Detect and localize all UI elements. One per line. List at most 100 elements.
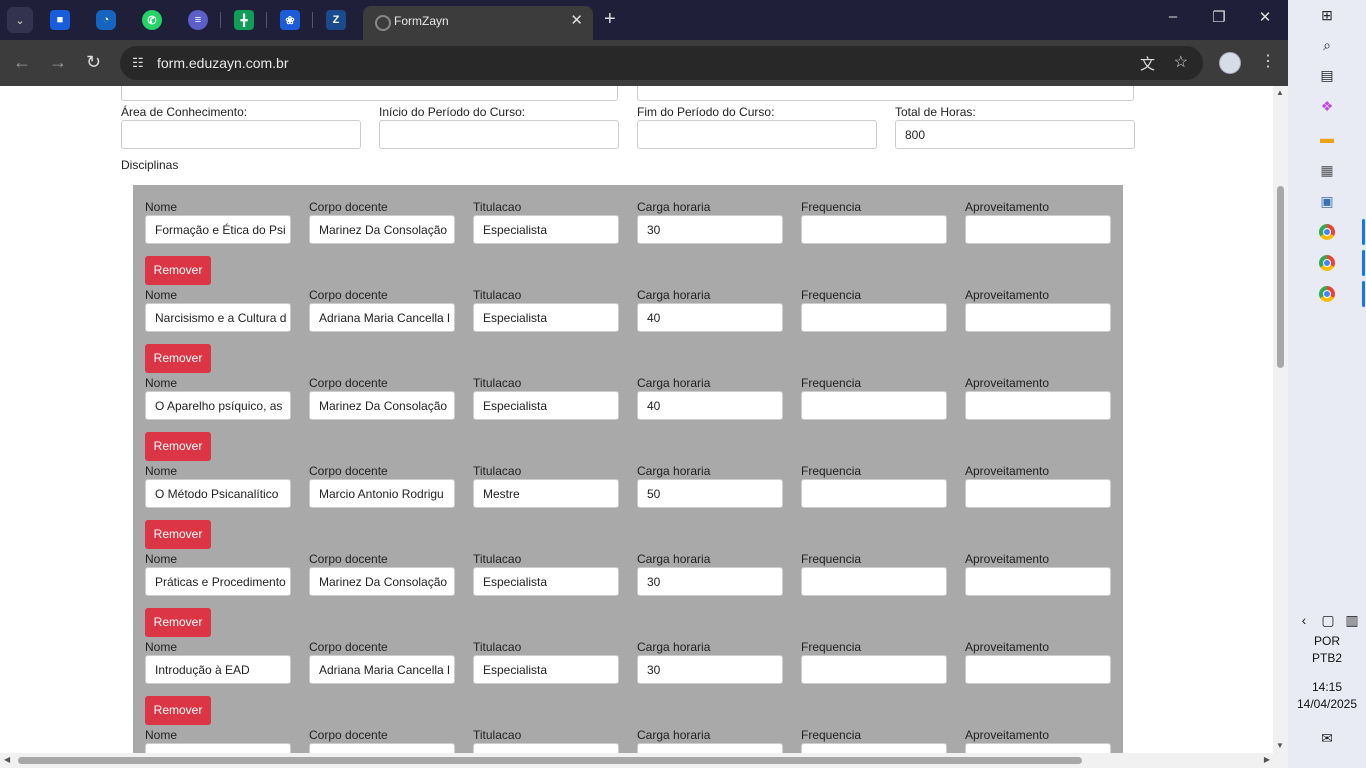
- area-input[interactable]: [121, 120, 361, 149]
- scroll-up-icon[interactable]: ▲: [1276, 88, 1284, 97]
- titulacao-input[interactable]: [473, 743, 619, 753]
- search-icon[interactable]: ⌕: [1317, 35, 1337, 55]
- whatsapp-icon[interactable]: ✆: [142, 10, 162, 30]
- carga-horaria-input[interactable]: 40: [637, 391, 783, 420]
- scroll-down-icon[interactable]: ▼: [1276, 741, 1284, 750]
- zayn-icon[interactable]: Z: [326, 10, 346, 30]
- bookmark-star-icon[interactable]: ☆: [1174, 52, 1188, 72]
- frequencia-input[interactable]: [801, 215, 947, 244]
- carga-horaria-input[interactable]: [637, 743, 783, 753]
- nome-input[interactable]: Práticas e Procedimento: [145, 567, 291, 596]
- lang-text[interactable]: POR: [1288, 634, 1366, 648]
- close-window-button[interactable]: ✕: [1250, 8, 1280, 26]
- butterfly-icon[interactable]: ❀: [280, 10, 300, 30]
- frequencia-input[interactable]: [801, 303, 947, 332]
- titulacao-input[interactable]: Mestre: [473, 479, 619, 508]
- frequencia-input[interactable]: [801, 567, 947, 596]
- clock-date[interactable]: 14/04/2025: [1288, 697, 1366, 711]
- carga-horaria-input[interactable]: 40: [637, 303, 783, 332]
- tab-formzayn[interactable]: FormZayn ✕: [363, 6, 593, 40]
- scrollbar-thumb[interactable]: [1277, 186, 1284, 368]
- carga-horaria-input[interactable]: 50: [637, 479, 783, 508]
- cut-off-field[interactable]: [121, 86, 618, 101]
- aproveitamento-input[interactable]: [965, 567, 1111, 596]
- copilot-icon[interactable]: ❖: [1317, 96, 1337, 116]
- nome-input[interactable]: Formação e Ética do Psi: [145, 215, 291, 244]
- corpo-docente-input[interactable]: Adriana Maria Cancella l: [309, 303, 455, 332]
- aproveitamento-input[interactable]: [965, 215, 1111, 244]
- back-icon[interactable]: ←: [13, 52, 31, 73]
- site-info-icon[interactable]: ☷: [132, 55, 144, 71]
- aproveitamento-input[interactable]: [965, 479, 1111, 508]
- tab-separator: [220, 12, 221, 28]
- nome-label: Nome: [145, 376, 178, 390]
- close-tab-icon[interactable]: ✕: [570, 11, 583, 29]
- corpo-docente-input[interactable]: Marinez Da Consolação: [309, 567, 455, 596]
- calculator-icon[interactable]: ▦: [1317, 160, 1337, 180]
- sheets-icon[interactable]: ╋: [234, 10, 254, 30]
- corpo-docente-input[interactable]: [309, 743, 455, 753]
- reload-icon[interactable]: ↻: [86, 52, 101, 73]
- layout-text[interactable]: PTB2: [1288, 651, 1366, 665]
- menu-icon[interactable]: ⋮: [1260, 51, 1276, 71]
- carga-horaria-input[interactable]: 30: [637, 215, 783, 244]
- scroll-left-icon[interactable]: ◀: [4, 755, 10, 764]
- network-icon[interactable]: ▥: [1342, 610, 1362, 630]
- titulacao-input[interactable]: Especialista: [473, 215, 619, 244]
- forward-icon[interactable]: →: [49, 52, 67, 73]
- chevron-left-icon[interactable]: ‹: [1294, 610, 1314, 630]
- clock-time[interactable]: 14:15: [1288, 680, 1366, 694]
- frequencia-input[interactable]: [801, 391, 947, 420]
- corpo-docente-input[interactable]: Marinez Da Consolação: [309, 215, 455, 244]
- carga-horaria-input[interactable]: 30: [637, 567, 783, 596]
- horizontal-scrollbar[interactable]: ◀ ▶: [0, 753, 1288, 768]
- nome-input[interactable]: Narcisismo e a Cultura d: [145, 303, 291, 332]
- chrome-icon[interactable]: [1317, 222, 1337, 242]
- aproveitamento-input[interactable]: [965, 655, 1111, 684]
- fim-input[interactable]: [637, 120, 877, 149]
- translate-icon[interactable]: 文: [1140, 53, 1155, 74]
- bitwarden-icon[interactable]: ■: [50, 10, 70, 30]
- aproveitamento-input[interactable]: [965, 303, 1111, 332]
- scroll-right-icon[interactable]: ▶: [1264, 755, 1270, 764]
- minimize-button[interactable]: –: [1158, 8, 1188, 25]
- corpo-docente-input[interactable]: Marcio Antonio Rodrigu: [309, 479, 455, 508]
- windows-start-icon[interactable]: ⊞: [1317, 5, 1337, 25]
- carga-horaria-input[interactable]: 30: [637, 655, 783, 684]
- notification-icon[interactable]: ✉: [1317, 728, 1337, 748]
- inicio-input[interactable]: [379, 120, 619, 149]
- titulacao-input[interactable]: Especialista: [473, 303, 619, 332]
- frequencia-input[interactable]: [801, 479, 947, 508]
- chrome-icon[interactable]: [1317, 253, 1337, 273]
- file-explorer-icon[interactable]: ▬: [1317, 128, 1337, 148]
- nome-input[interactable]: Introdução à EAD: [145, 655, 291, 684]
- frequencia-input[interactable]: [801, 743, 947, 753]
- chrome-icon[interactable]: [1317, 284, 1337, 304]
- nome-input[interactable]: [145, 743, 291, 753]
- task-view-icon[interactable]: ▤: [1317, 65, 1337, 85]
- address-bar[interactable]: ☷ form.eduzayn.com.br 文 ☆: [120, 46, 1203, 80]
- titulacao-input[interactable]: Especialista: [473, 655, 619, 684]
- aproveitamento-input[interactable]: [965, 743, 1111, 753]
- profile-avatar[interactable]: [1219, 52, 1241, 74]
- news-icon[interactable]: ▣: [1317, 191, 1337, 211]
- frequencia-input[interactable]: [801, 655, 947, 684]
- titulacao-input[interactable]: Especialista: [473, 391, 619, 420]
- restore-button[interactable]: ❐: [1204, 8, 1234, 26]
- corpo-docente-input[interactable]: Adriana Maria Cancella l: [309, 655, 455, 684]
- aproveitamento-input[interactable]: [965, 391, 1111, 420]
- vertical-scrollbar[interactable]: ▲ ▼: [1273, 86, 1288, 753]
- tab-search-button[interactable]: ⌄: [7, 7, 33, 33]
- total-input[interactable]: 800: [895, 120, 1135, 149]
- corpo-docente-input[interactable]: Marinez Da Consolação: [309, 391, 455, 420]
- nome-input[interactable]: O Aparelho psíquico, as: [145, 391, 291, 420]
- app-icon[interactable]: ≡: [188, 10, 208, 30]
- scrollbar-thumb[interactable]: [18, 757, 1082, 764]
- edge-icon[interactable]: ◔: [96, 10, 116, 30]
- meet-icon[interactable]: ▢: [1318, 610, 1338, 630]
- cut-off-field[interactable]: [637, 86, 1134, 101]
- nome-input[interactable]: O Método Psicanalítico: [145, 479, 291, 508]
- titulacao-input[interactable]: Especialista: [473, 567, 619, 596]
- new-tab-button[interactable]: +: [604, 8, 616, 31]
- url-text[interactable]: form.eduzayn.com.br: [157, 55, 289, 71]
